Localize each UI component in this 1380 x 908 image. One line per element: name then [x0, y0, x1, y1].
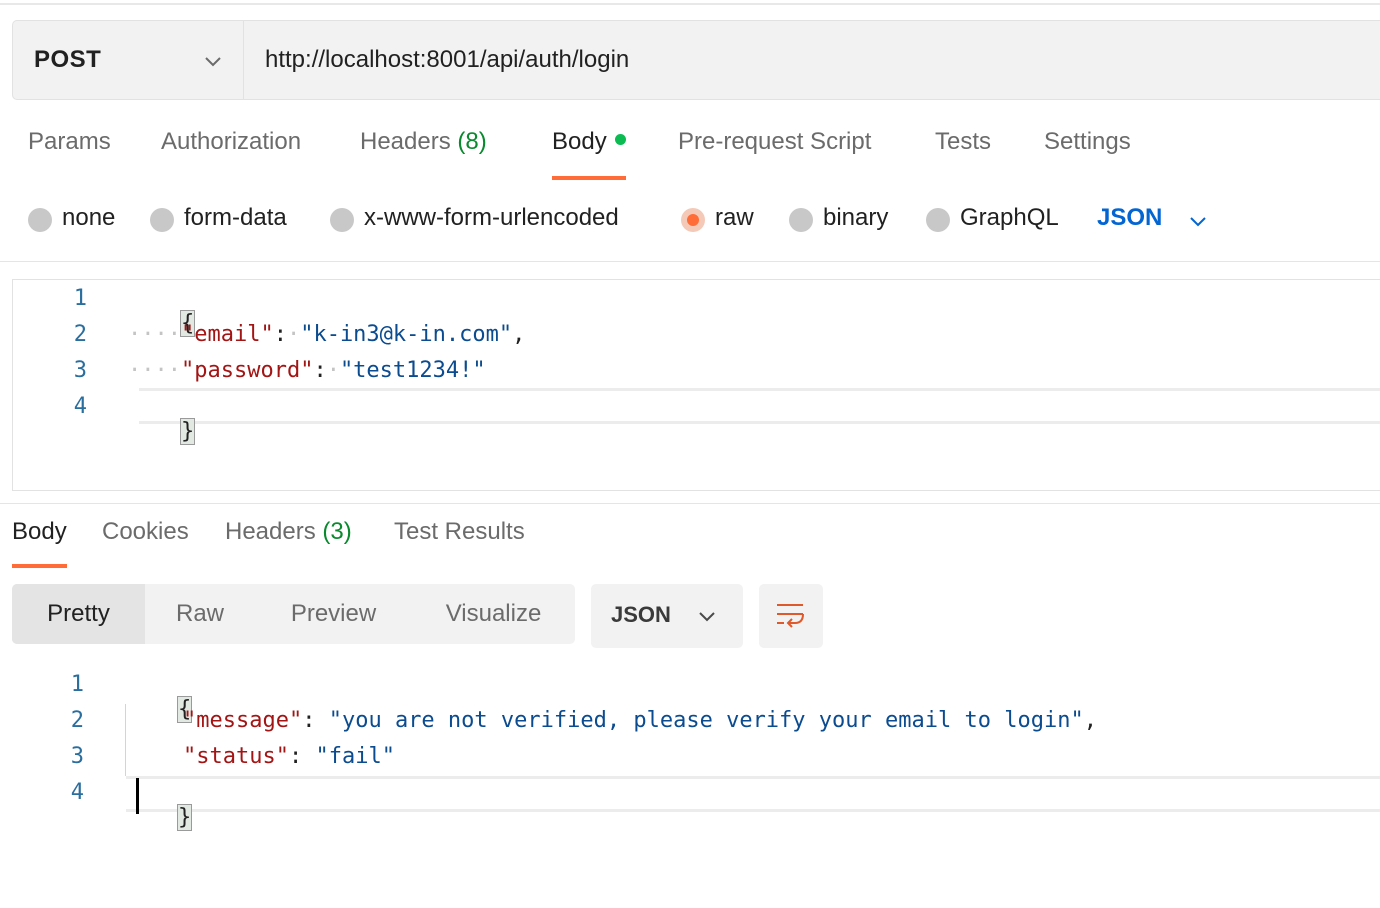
radio-label-graphql[interactable]: GraphQL: [960, 204, 1059, 232]
view-mode-raw[interactable]: Raw: [145, 584, 255, 644]
code-line: }: [128, 394, 196, 469]
code-line: "status": "fail": [183, 744, 395, 769]
whitespace-marker: ·: [326, 358, 340, 383]
line-number: 3: [73, 358, 87, 383]
json-value: "test1234!": [339, 358, 486, 383]
json-value: "you are not verified, please verify you…: [328, 708, 1084, 733]
tab-label: Test Results: [394, 518, 525, 545]
colon: :: [288, 744, 303, 769]
radio-label-raw[interactable]: raw: [715, 204, 754, 232]
colon: :: [313, 358, 327, 383]
line-number: 2: [73, 322, 87, 347]
tab-count: (3): [322, 518, 352, 545]
wrap-lines-button[interactable]: [759, 584, 823, 648]
line-number: 1: [70, 672, 84, 697]
line-number: 1: [73, 286, 87, 311]
tab-label: Body: [12, 518, 67, 545]
view-mode-pretty[interactable]: Pretty: [12, 584, 145, 644]
json-key: "email": [180, 322, 274, 347]
active-tab-indicator: [12, 564, 67, 568]
modified-dot-icon: [614, 134, 626, 145]
response-body-viewer[interactable]: 1 2 3 4 { "message": "you are not verifi…: [0, 664, 1380, 831]
line-number: 2: [70, 708, 84, 733]
whitespace-marker: ····: [128, 322, 181, 347]
json-value: "fail": [315, 744, 395, 769]
close-brace: }: [179, 418, 196, 445]
whitespace-marker: ····: [128, 358, 181, 383]
view-mode-preview[interactable]: Preview: [255, 584, 412, 644]
json-key: "status": [183, 744, 289, 769]
chevron-down-icon: [699, 612, 715, 622]
radio-form-data[interactable]: [150, 208, 174, 232]
response-tab-headers[interactable]: Headers (3): [225, 518, 352, 568]
tab-pre-request-script[interactable]: Pre-request Script: [678, 128, 871, 180]
code-line: ····"password":·"test1234!": [128, 358, 486, 383]
colon: :: [302, 708, 316, 733]
tab-headers[interactable]: Headers (8): [360, 128, 487, 180]
close-brace: }: [176, 804, 193, 831]
section-divider: [0, 503, 1380, 504]
request-bar: POST http://localhost:8001/api/auth/logi…: [12, 20, 1380, 100]
view-mode-visualize[interactable]: Visualize: [412, 584, 575, 644]
text-cursor: [136, 778, 139, 814]
tab-label: Headers: [225, 518, 316, 545]
radio-label-none[interactable]: none: [62, 204, 115, 232]
response-language-label: JSON: [611, 602, 671, 627]
body-language-select[interactable]: JSON: [1097, 204, 1162, 232]
response-tab-body[interactable]: Body: [12, 518, 67, 568]
method-select[interactable]: POST: [13, 21, 244, 99]
request-body-editor[interactable]: 1 2 3 4 { ····"email":·"k-in3@k-in.com",…: [12, 279, 1380, 491]
section-divider: [0, 261, 1380, 262]
tab-body[interactable]: Body: [552, 128, 626, 180]
tab-label: Body: [552, 128, 607, 155]
line-number: 4: [73, 394, 87, 419]
line-number: 4: [70, 780, 84, 805]
tab-count: (8): [457, 128, 487, 155]
radio-binary[interactable]: [789, 208, 813, 232]
radio-urlencoded[interactable]: [330, 208, 354, 232]
top-divider: [0, 3, 1380, 5]
tab-label: Headers: [360, 128, 451, 155]
chevron-down-icon: [205, 57, 221, 67]
tab-settings[interactable]: Settings: [1044, 128, 1131, 180]
current-line-highlight: [126, 776, 1380, 812]
colon: :: [273, 322, 287, 347]
code-line: }: [125, 780, 193, 855]
tab-label: Cookies: [102, 518, 189, 545]
view-mode-toggle: Pretty Raw Preview Visualize: [12, 584, 575, 644]
response-tab-test-results[interactable]: Test Results: [394, 518, 525, 568]
response-language-select[interactable]: JSON: [591, 584, 743, 648]
radio-none[interactable]: [28, 208, 52, 232]
tab-label: Authorization: [161, 128, 302, 155]
active-tab-indicator: [552, 176, 626, 180]
line-number: 3: [70, 744, 84, 769]
code-line: {: [125, 672, 193, 747]
tab-authorization[interactable]: Authorization: [161, 128, 301, 180]
radio-label-urlencoded[interactable]: x-www-form-urlencoded: [364, 204, 619, 232]
response-tab-cookies[interactable]: Cookies: [102, 518, 189, 568]
tab-tests[interactable]: Tests: [935, 128, 991, 180]
tab-label: Settings: [1044, 128, 1131, 155]
radio-label-binary[interactable]: binary: [823, 204, 888, 232]
tab-label: Params: [28, 128, 111, 155]
comma: ,: [1083, 708, 1097, 733]
code-line: "message": "you are not verified, please…: [183, 708, 1097, 733]
wrap-lines-icon: [777, 604, 804, 628]
json-value: "k-in3@k-in.com": [300, 322, 513, 347]
code-line: ····"email":·"k-in3@k-in.com",: [128, 322, 525, 347]
tab-params[interactable]: Params: [28, 128, 111, 180]
json-key: "password": [180, 358, 314, 383]
radio-raw[interactable]: [681, 208, 705, 232]
comma: ,: [512, 322, 526, 347]
tab-label: Pre-request Script: [678, 128, 872, 155]
tab-label: Tests: [935, 128, 992, 155]
url-input[interactable]: http://localhost:8001/api/auth/login: [244, 21, 629, 99]
current-line-highlight: [139, 388, 1380, 424]
whitespace-marker: ·: [286, 322, 301, 347]
radio-label-form-data[interactable]: form-data: [184, 204, 287, 232]
chevron-down-icon[interactable]: [1187, 210, 1209, 232]
json-key: "message": [183, 708, 303, 733]
radio-graphql[interactable]: [926, 208, 950, 232]
method-label: POST: [34, 46, 102, 73]
